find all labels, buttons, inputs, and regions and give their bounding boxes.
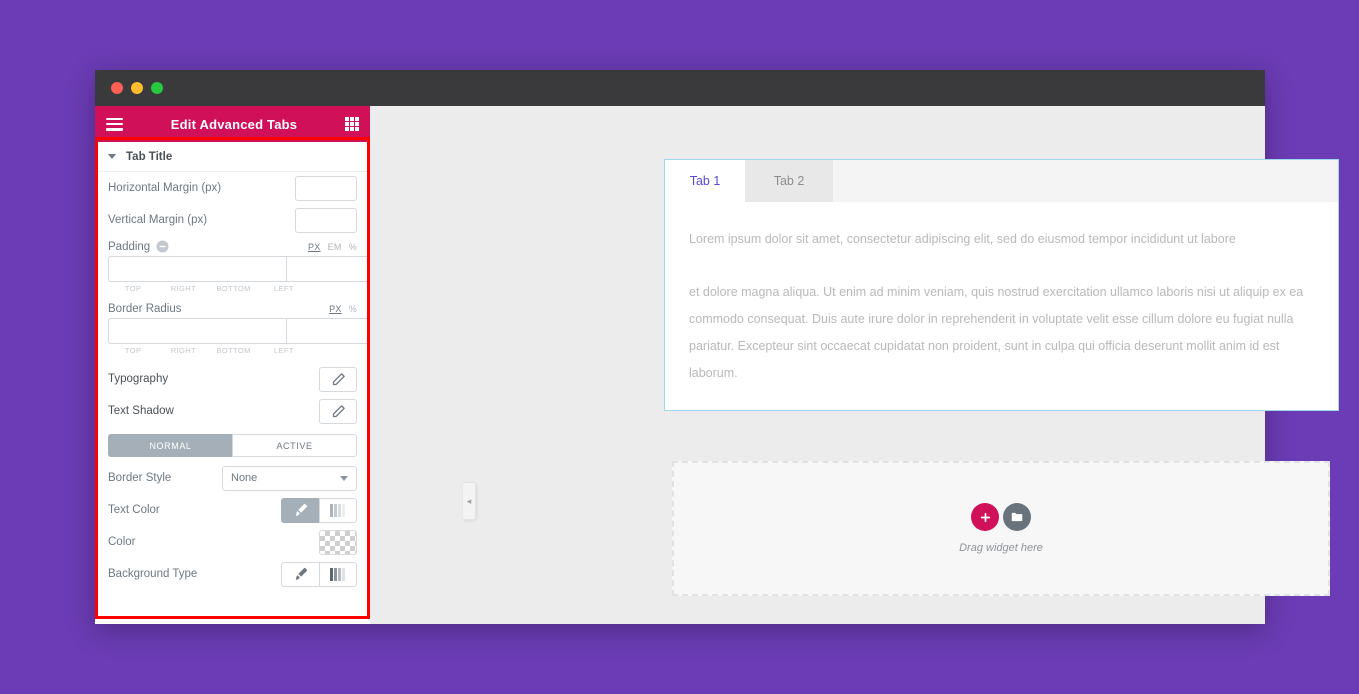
state-tab-active[interactable]: ACTIVE [232,434,357,457]
text-color-type-toggle [281,497,357,523]
preview-canvas: Tab 1 Tab 2 Lorem ipsum dolor sit amet, … [370,106,1339,624]
padding-side-top: TOP [124,284,142,293]
border-style-value: None [231,472,258,484]
add-widget-plus-icon[interactable] [971,503,999,531]
background-type-label: Background Type [108,568,198,580]
background-type-gradient-bars-icon[interactable] [319,561,357,587]
hamburger-menu-icon[interactable] [106,117,123,131]
section-header-tab-title[interactable]: Tab Title [95,142,370,172]
tab-content-panel: Lorem ipsum dolor sit amet, consectetur … [665,202,1338,386]
dropzone-buttons [971,503,1031,531]
window-body: Edit Advanced Tabs Tab Title Horizontal … [95,106,1339,624]
border-radius-side-bottom: BOTTOM [216,346,251,355]
responsive-device-icon[interactable] [156,240,169,253]
panel-controls: Horizontal Margin (px) Vertical Margin (… [95,172,370,624]
template-folder-icon[interactable] [1003,503,1031,531]
border-radius-inputs [108,318,370,344]
control-typography: Typography [108,363,357,395]
border-radius-unit-switcher[interactable]: PX % [329,304,357,314]
widgets-grid-icon[interactable] [345,117,359,131]
padding-top-input[interactable] [108,256,286,282]
chevron-down-icon [340,475,348,481]
background-type-toggle [281,561,357,587]
chevron-left-icon: ◂ [466,495,472,506]
border-radius-sides-spacer [309,346,357,355]
window-minimize-button[interactable] [131,82,143,94]
control-text-shadow: Text Shadow [108,395,357,427]
tab-strip: Tab 1 Tab 2 [665,160,1338,202]
vertical-margin-label: Vertical Margin (px) [108,214,208,226]
border-radius-label: Border Radius [108,303,182,315]
padding-side-bottom: BOTTOM [216,284,251,293]
typography-label: Typography [108,373,169,385]
panel-collapse-handle[interactable]: ◂ [463,482,476,520]
window-titlebar [95,70,1265,106]
control-padding-header: Padding PX EM % [108,240,357,253]
window-close-button[interactable] [111,82,123,94]
padding-unit-em[interactable]: EM [328,242,342,252]
text-color-classic-paint-brush-icon[interactable] [281,497,319,523]
window-maximize-button[interactable] [151,82,163,94]
typography-pencil-edit-icon[interactable] [319,366,357,392]
browser-window: Edit Advanced Tabs Tab Title Horizontal … [95,70,1339,624]
control-horizontal-margin: Horizontal Margin (px) [108,172,357,204]
tab-paragraph-1: Lorem ipsum dolor sit amet, consectetur … [689,232,1236,246]
dropzone-label: Drag widget here [959,542,1043,554]
padding-side-left: LEFT [273,284,294,293]
padding-unit-px[interactable]: PX [308,242,321,252]
border-radius-side-left: LEFT [273,346,294,355]
padding-unit-switcher[interactable]: PX EM % [308,242,357,252]
vertical-margin-input[interactable] [295,207,357,233]
border-radius-side-labels: TOP RIGHT BOTTOM LEFT [108,346,357,355]
padding-side-labels: TOP RIGHT BOTTOM LEFT [108,284,357,293]
state-tabs: NORMAL ACTIVE [108,434,357,457]
padding-label: Padding [108,240,151,253]
preview-tab-1[interactable]: Tab 1 [665,160,745,202]
border-style-label: Border Style [108,472,172,484]
padding-inputs [108,256,370,282]
text-color-label: Text Color [108,504,160,516]
color-label: Color [108,536,136,548]
tab-paragraph-2: et dolore magna aliqua. Ut enim ad minim… [689,284,1304,380]
state-tab-normal[interactable]: NORMAL [108,434,232,457]
padding-side-right: RIGHT [170,284,197,293]
control-border-radius-header: Border Radius PX % [108,303,357,315]
widget-dropzone[interactable]: Drag widget here [672,461,1330,596]
editor-panel: Edit Advanced Tabs Tab Title Horizontal … [95,106,370,624]
control-text-color: Text Color [108,494,357,526]
advanced-tabs-widget: Tab 1 Tab 2 Lorem ipsum dolor sit amet, … [664,159,1339,411]
control-color: Color [108,526,357,558]
border-radius-unit-px[interactable]: PX [329,304,342,314]
border-radius-unit-percent[interactable]: % [349,304,357,314]
preview-tab-2[interactable]: Tab 2 [745,160,833,202]
section-title: Tab Title [126,150,173,163]
border-style-select[interactable]: None [222,465,357,491]
border-radius-top-input[interactable] [108,318,286,344]
border-radius-right-input[interactable] [286,318,370,344]
control-vertical-margin: Vertical Margin (px) [108,204,357,236]
border-radius-side-top: TOP [124,346,142,355]
panel-header: Edit Advanced Tabs [95,106,370,142]
text-shadow-label: Text Shadow [108,405,174,417]
panel-title: Edit Advanced Tabs [170,116,298,132]
horizontal-margin-label: Horizontal Margin (px) [108,182,222,194]
horizontal-margin-input[interactable] [295,175,357,201]
text-color-gradient-bars-icon[interactable] [319,497,357,523]
padding-right-input[interactable] [286,256,370,282]
background-type-classic-paint-brush-icon[interactable] [281,561,319,587]
control-background-type: Background Type [108,558,357,590]
transparent-checkerboard-swatch[interactable] [319,529,357,555]
text-shadow-pencil-edit-icon[interactable] [319,398,357,424]
padding-unit-percent[interactable]: % [349,242,357,252]
padding-sides-spacer [309,284,357,293]
control-border-style: Border Style None [108,462,357,494]
border-radius-side-right: RIGHT [170,346,197,355]
caret-down-icon [108,154,116,159]
